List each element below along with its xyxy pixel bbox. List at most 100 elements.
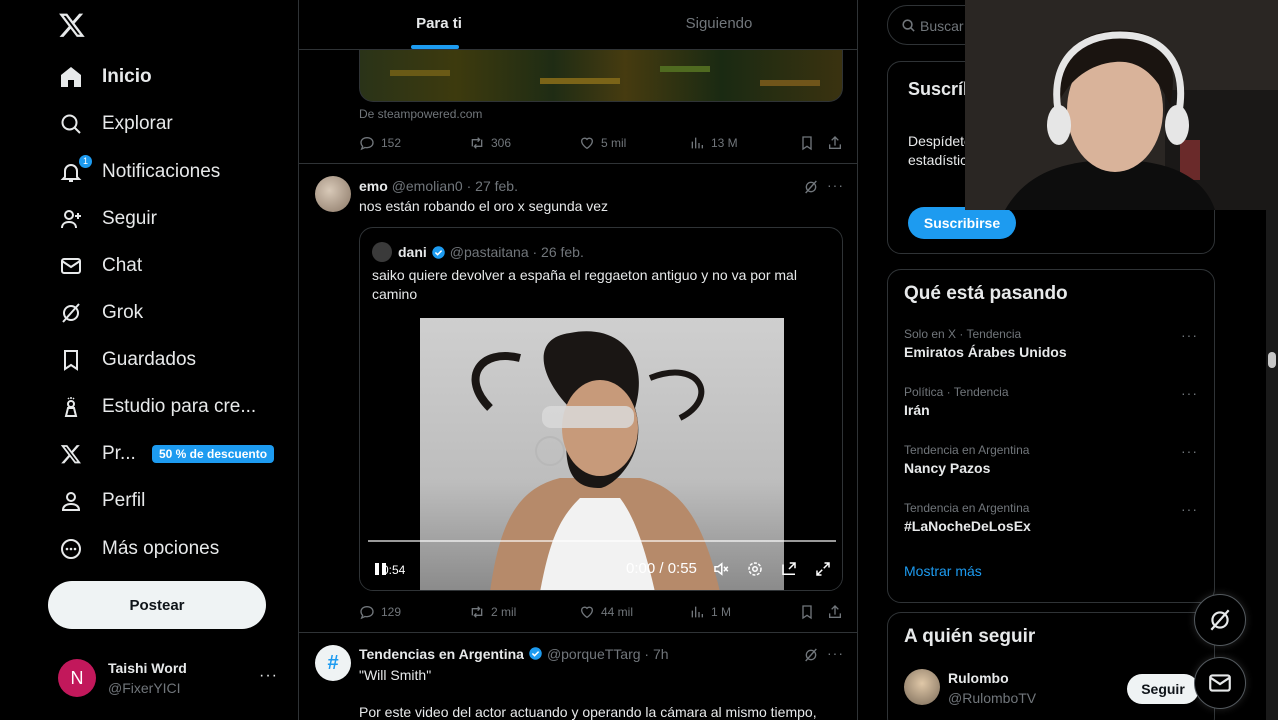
grok-icon [1210, 609, 1230, 631]
nav-follow-label: Seguir [102, 208, 157, 229]
share-icon [829, 605, 841, 618]
trend-item[interactable]: Tendencia en Argentina Nancy Pazos ··· [888, 443, 1214, 501]
like-button[interactable]: 44 mil [579, 604, 633, 620]
hashtag-avatar-icon[interactable]: # [315, 645, 351, 681]
trend-item[interactable]: Tendencia en Argentina #LaNocheDeLosEx ·… [888, 501, 1214, 559]
messages-fab-button[interactable] [1194, 657, 1246, 709]
share-button[interactable] [827, 604, 849, 620]
nav-chat-label: Chat [102, 255, 143, 276]
nav-chat[interactable]: Chat [58, 246, 142, 286]
profile-icon [58, 488, 84, 514]
nav-grok[interactable]: Grok [58, 293, 143, 333]
views-icon [691, 606, 703, 618]
share-icon [829, 136, 841, 149]
tweet[interactable]: # Tendencias en Argentina @porqueTTarg · … [299, 632, 857, 720]
reply-button[interactable]: 152 [359, 135, 401, 151]
tab-following[interactable]: Siguiendo [579, 0, 857, 50]
like-count: 44 mil [601, 605, 634, 619]
reply-count: 152 [381, 136, 402, 150]
trend-item[interactable]: Política · Tendencia Irán ··· [888, 385, 1214, 443]
nav-premium-label: Pr... [102, 443, 136, 464]
picture-in-picture-icon[interactable] [780, 560, 798, 578]
scrollbar-thumb[interactable] [1268, 352, 1276, 368]
repost-icon [471, 137, 483, 149]
trend-more-icon[interactable]: ··· [1181, 501, 1198, 517]
nav-premium[interactable]: Pr... [58, 434, 136, 474]
quoted-tweet[interactable]: dani @pastaitana · 26 feb. saiko quiere … [359, 227, 843, 591]
nav-profile[interactable]: Perfil [58, 481, 145, 521]
account-switcher[interactable]: N Taishi Word @FixerYICI ··· [58, 657, 286, 699]
nav-explore-label: Explorar [102, 113, 173, 134]
reply-button[interactable]: 129 [359, 604, 401, 620]
trend-more-icon[interactable]: ··· [1181, 385, 1198, 401]
mute-icon[interactable] [712, 560, 730, 578]
home-icon [58, 64, 84, 90]
nav-follow[interactable]: Seguir [58, 199, 157, 239]
video-player[interactable]: 0:54 0:00 / 0:55 [360, 318, 842, 590]
main-timeline: Para ti Siguiendo De steampowered.com 15… [298, 0, 858, 720]
avatar[interactable] [904, 669, 940, 705]
settings-icon[interactable] [746, 560, 764, 578]
page-scrollbar[interactable] [1266, 210, 1278, 720]
tweet-more-icon[interactable]: ··· [827, 177, 844, 193]
repost-button[interactable]: 2 mil [469, 604, 516, 620]
timeline-tabs: Para ti Siguiendo [299, 0, 857, 50]
tweet-author-name[interactable]: emo [359, 178, 388, 194]
fullscreen-icon[interactable] [814, 560, 832, 578]
avatar [372, 242, 392, 262]
trend-more-icon[interactable]: ··· [1181, 327, 1198, 343]
streamer-webcam-image [965, 0, 1278, 210]
account-more-icon[interactable]: ··· [259, 667, 278, 685]
bookmark-icon [58, 347, 84, 373]
grok-icon[interactable] [803, 647, 819, 663]
bookmark-icon [802, 136, 812, 151]
suggested-user-handle: @RulomboTV [948, 690, 1037, 706]
quoted-author-name: dani [398, 244, 427, 260]
grok-icon[interactable] [803, 179, 819, 195]
tab-for-you[interactable]: Para ti [299, 0, 579, 50]
reply-count: 129 [381, 605, 402, 619]
nav-creator-studio[interactable]: Estudio para cre... [58, 387, 256, 427]
bookmark-button[interactable] [799, 135, 821, 151]
show-more-link[interactable]: Mostrar más [904, 563, 982, 579]
trend-more-icon[interactable]: ··· [1181, 443, 1198, 459]
views-button[interactable]: 13 M [689, 135, 738, 151]
trends-panel: Qué está pasando Solo en X · Tendencia E… [887, 269, 1215, 603]
follow-button[interactable]: Seguir [1127, 674, 1199, 704]
suggested-user-name[interactable]: Rulombo [948, 670, 1009, 686]
x-premium-icon [58, 441, 84, 467]
trend-item[interactable]: Solo en X · Tendencia Emiratos Árabes Un… [888, 327, 1214, 385]
search-icon [58, 111, 84, 137]
video-frame[interactable] [420, 318, 784, 590]
add-user-icon [58, 206, 84, 232]
share-button[interactable] [827, 135, 849, 151]
tweet-author-name[interactable]: Tendencias en Argentina [359, 646, 524, 662]
grok-icon [58, 300, 84, 326]
nav-bookmarks[interactable]: Guardados [58, 340, 196, 380]
nav-notifications[interactable]: 1 Notificaciones [58, 152, 220, 192]
views-count: 13 M [711, 136, 738, 150]
views-button[interactable]: 1 M [689, 604, 731, 620]
notification-count-badge: 1 [79, 155, 92, 168]
grok-fab-button[interactable] [1194, 594, 1246, 646]
video-progress-bar[interactable] [368, 540, 836, 542]
reply-icon [360, 136, 374, 151]
like-button[interactable]: 5 mil [579, 135, 626, 151]
nav-more-options[interactable]: Más opciones [58, 529, 219, 569]
tweet-header: Tendencias en Argentina @porqueTTarg · 7h [359, 646, 669, 662]
post-button[interactable]: Postear [48, 581, 266, 629]
account-handle: @FixerYICI [108, 680, 181, 696]
post-actions: 152 306 5 mil 13 M [359, 133, 845, 153]
link-card-image[interactable] [359, 50, 843, 102]
link-source[interactable]: De steampowered.com [359, 107, 482, 121]
video-remaining-time: 0:54 [382, 563, 406, 577]
tweet-author-avatar[interactable] [315, 176, 351, 212]
repost-button[interactable]: 306 [469, 135, 511, 151]
nav-home[interactable]: Inicio [58, 57, 152, 97]
x-logo-icon[interactable] [58, 10, 86, 40]
nav-explore[interactable]: Explorar [58, 104, 173, 144]
tweet-more-icon[interactable]: ··· [827, 645, 844, 661]
quoted-tweet-header: dani @pastaitana · 26 feb. [372, 242, 584, 262]
bookmark-button[interactable] [799, 604, 821, 620]
subscribe-button[interactable]: Suscribirse [908, 207, 1016, 239]
